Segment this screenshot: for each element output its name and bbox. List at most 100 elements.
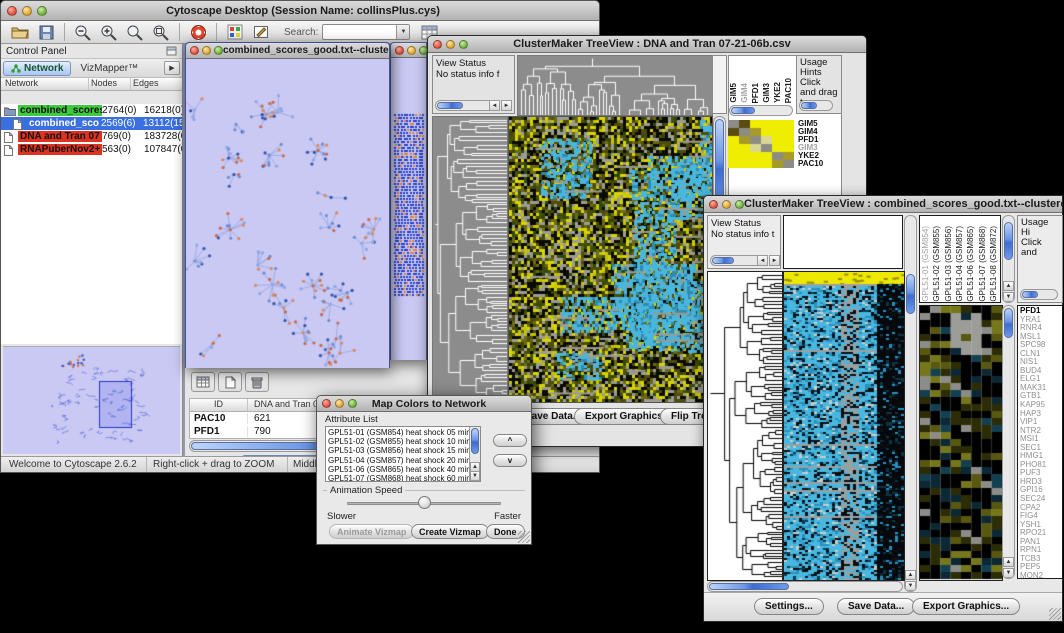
tv1-column-label[interactable]: PFD1 <box>751 83 761 103</box>
attribute-list-item[interactable]: GPL51-02 (GSM855) heat shock 10 min <box>328 437 468 446</box>
create-vizmap-button[interactable]: Create Vizmap <box>411 524 489 539</box>
attribute-list-scrollbar[interactable]: ▲ ▼ <box>469 427 480 481</box>
network2-titlebar[interactable] <box>391 43 426 58</box>
dialog-titlebar[interactable]: Map Colors to Network <box>317 396 531 412</box>
minimize-button[interactable] <box>407 46 416 55</box>
tv2-column-label[interactable]: GPL51-06 (GSM865) <box>966 226 976 302</box>
tv1-column-label[interactable]: YKE2 <box>773 82 783 103</box>
tv2-column-label[interactable]: GPL51-02 (GSM855) <box>932 226 942 302</box>
zoom-fit-button[interactable] <box>148 22 174 42</box>
tv2-vscrollbar[interactable]: ▲ ▼ <box>904 215 917 592</box>
attribute-list-item[interactable]: GPL51-04 (GSM857) heat shock 20 min <box>328 456 468 465</box>
attribute-select-icon[interactable] <box>191 372 215 392</box>
scroll-thumb[interactable] <box>437 102 463 109</box>
tv2-zoom-scrollbar[interactable]: ▲ ▼ <box>1002 305 1015 579</box>
attribute-list-item[interactable]: GPL51-03 (GSM856) heat shock 15 min <box>328 446 468 455</box>
treeview1-titlebar[interactable]: ClusterMaker TreeView : DNA and Tran 07-… <box>428 36 866 53</box>
tv2-column-label[interactable]: GPL51-08 (GSM872) <box>989 226 999 302</box>
zoom-selected-button[interactable] <box>122 22 148 42</box>
tv2-gene-list[interactable]: PFD1YRA1RNR4MSL1SPC98CLN1NIS1BUD4ELG1MAK… <box>1017 305 1063 579</box>
treeview2-titlebar[interactable]: ClusterMaker TreeView : combined_scores_… <box>704 196 1062 213</box>
network-canvas[interactable] <box>186 59 389 368</box>
scroll-up-arrow-icon[interactable]: ▲ <box>1003 557 1014 567</box>
close-button[interactable] <box>7 6 17 16</box>
network-tree-row[interactable]: combined_sco2569(6)13112(15) <box>1 117 182 130</box>
tv2-zoom-heatmap[interactable] <box>919 305 1003 581</box>
minimize-button[interactable] <box>202 46 211 55</box>
zoom-window-button[interactable] <box>37 6 47 16</box>
tv2-column-tree-area[interactable] <box>783 215 903 269</box>
save-session-button[interactable] <box>33 22 59 42</box>
tv1-usage-scrollbar[interactable] <box>799 100 833 111</box>
tv1-column-dendrogram[interactable] <box>517 55 713 116</box>
tv2-save-data-button[interactable]: Save Data... <box>837 598 915 615</box>
tv1-zoom-heatmap[interactable] <box>728 120 794 168</box>
scroll-down-arrow-icon[interactable]: ▼ <box>905 581 916 591</box>
scroll-left-arrow-icon[interactable]: ◄ <box>489 100 500 111</box>
move-up-button[interactable]: ^ <box>493 434 527 447</box>
scroll-left-arrow-icon[interactable]: ◄ <box>757 255 768 266</box>
search-dropdown-arrow-icon[interactable]: ▼ <box>396 25 409 39</box>
tv1-column-label[interactable]: PAC10 <box>784 78 794 103</box>
tv1-zoom-hscrollbar[interactable] <box>729 105 793 116</box>
scroll-down-arrow-icon[interactable]: ▼ <box>470 471 480 481</box>
minimize-button[interactable] <box>335 399 344 408</box>
tv2-column-label[interactable]: GPL51-04 (GSM857) <box>955 226 965 302</box>
attribute-list-item[interactable]: GPL51-06 (GSM865) heat shock 40 min <box>328 465 468 474</box>
vizmapper-icon[interactable] <box>222 22 248 42</box>
move-down-button[interactable]: v <box>493 454 527 467</box>
tv2-export-graphics-button[interactable]: Export Graphics... <box>912 598 1020 615</box>
new-attribute-icon[interactable] <box>218 372 242 392</box>
scroll-thumb[interactable] <box>471 428 479 454</box>
close-button[interactable] <box>322 399 331 408</box>
tab-overflow-arrow-icon[interactable]: ▶ <box>164 61 180 75</box>
scroll-thumb[interactable] <box>906 274 915 314</box>
col-header-edges[interactable]: Edges <box>131 78 182 90</box>
zoom-out-button[interactable] <box>70 22 96 42</box>
scroll-thumb[interactable] <box>1004 308 1013 338</box>
tv2-status-scrollbar[interactable] <box>710 255 762 266</box>
tv1-column-label[interactable]: GIM5 <box>729 83 739 103</box>
network-titlebar[interactable]: combined_scores_good.txt--cluste... <box>186 43 389 59</box>
minimize-button[interactable] <box>446 40 455 49</box>
scroll-thumb[interactable] <box>1022 291 1038 298</box>
network-overview-canvas[interactable] <box>3 347 179 453</box>
close-button[interactable] <box>395 46 404 55</box>
tv2-heatmap[interactable] <box>783 271 905 581</box>
scroll-thumb[interactable] <box>709 583 789 590</box>
scroll-down-arrow-icon[interactable]: ▼ <box>1003 292 1014 302</box>
tv2-column-label[interactable]: GPL51-07 (GSM868) <box>978 226 988 302</box>
scroll-thumb[interactable] <box>1004 222 1013 260</box>
network-tree-row[interactable]: combined_scores2764(0)16218(0) <box>1 104 182 117</box>
scroll-up-arrow-icon[interactable]: ▲ <box>1003 281 1014 291</box>
close-button[interactable] <box>433 40 442 49</box>
float-panel-icon[interactable] <box>166 46 177 56</box>
scroll-thumb[interactable] <box>801 102 817 109</box>
minimize-button[interactable] <box>722 200 731 209</box>
main-titlebar[interactable]: Cytoscape Desktop (Session Name: collins… <box>1 1 599 21</box>
close-button[interactable] <box>190 46 199 55</box>
zoom-in-button[interactable] <box>96 22 122 42</box>
zoom-window-button[interactable] <box>214 46 223 55</box>
zoom-window-button[interactable] <box>735 200 744 209</box>
tv2-usage-scrollbar[interactable] <box>1020 289 1058 300</box>
tv1-row-label[interactable]: PAC10 <box>798 160 842 168</box>
tv2-collabels-scrollbar[interactable]: ▲ ▼ <box>1002 215 1015 303</box>
tv2-row-dendrogram[interactable] <box>707 271 783 581</box>
network2-canvas[interactable] <box>391 59 426 360</box>
tv2-hscrollbar[interactable] <box>707 581 903 592</box>
attribute-list[interactable]: GPL51-01 (GSM854) heat shock 05 minGPL51… <box>325 426 481 482</box>
network-tree-row[interactable]: DNA and Tran 07769(0)183728(0) <box>1 130 182 143</box>
tv1-row-dendrogram[interactable] <box>432 116 508 403</box>
scroll-thumb[interactable] <box>712 257 734 264</box>
tv2-column-label[interactable]: GPL51-03 (GSM856) <box>944 226 954 302</box>
tv2-column-label[interactable]: GPL51-01 (GSM854) <box>921 226 931 302</box>
scroll-right-arrow-icon[interactable]: ► <box>769 255 780 266</box>
col-header-nodes[interactable]: Nodes <box>89 78 131 90</box>
attribute-list-item[interactable]: GPL51-01 (GSM854) heat shock 05 min <box>328 428 468 437</box>
resize-grip[interactable] <box>518 531 530 543</box>
tv2-settings-button[interactable]: Settings... <box>754 598 824 615</box>
delete-attribute-trash-icon[interactable] <box>245 372 269 392</box>
tv1-status-scrollbar[interactable] <box>435 100 495 111</box>
attribute-list-item[interactable]: GPL51-07 (GSM868) heat shock 60 min <box>328 474 468 482</box>
